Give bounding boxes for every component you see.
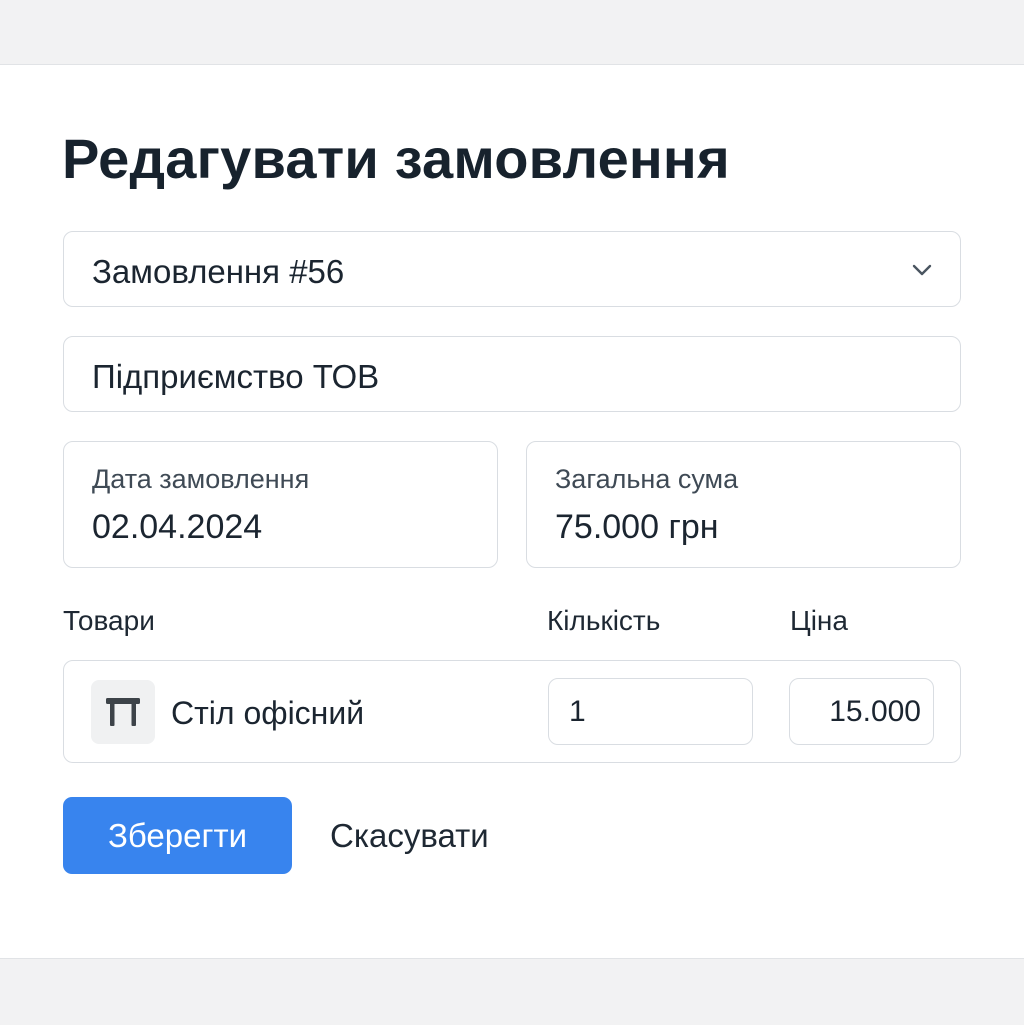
chevron-down-icon [912, 264, 932, 276]
price-input[interactable] [789, 678, 934, 745]
order-select-value: Замовлення #56 [92, 253, 345, 290]
bottom-bar [0, 958, 1024, 1025]
company-field[interactable]: Підприємство ТОВ [63, 336, 961, 412]
total-sum-value: 75.000 грн [555, 508, 719, 546]
column-header-items: Товари [63, 605, 155, 636]
save-button[interactable]: Зберегти [63, 797, 292, 874]
company-value: Підприємство ТОВ [92, 358, 380, 395]
order-select[interactable]: Замовлення #56 [63, 231, 961, 307]
total-sum-label: Загальна сума [555, 464, 739, 494]
page-title: Редагувати замовлення [62, 127, 730, 190]
item-thumbnail [91, 680, 155, 744]
order-date-label: Дата замовлення [92, 464, 310, 494]
order-date-field[interactable]: Дата замовлення 02.04.2024 [63, 441, 498, 568]
column-header-price: Ціна [790, 605, 848, 636]
quantity-input[interactable] [548, 678, 753, 745]
column-header-quantity: Кількість [547, 605, 661, 636]
table-row: Стіл офісний [63, 660, 961, 763]
cancel-button[interactable]: Скасувати [318, 797, 501, 874]
total-sum-field: Загальна сума 75.000 грн [526, 441, 961, 568]
order-date-value: 02.04.2024 [92, 508, 263, 546]
item-name: Стіл офісний [171, 695, 365, 731]
top-bar [0, 0, 1024, 65]
table-icon [106, 698, 140, 726]
